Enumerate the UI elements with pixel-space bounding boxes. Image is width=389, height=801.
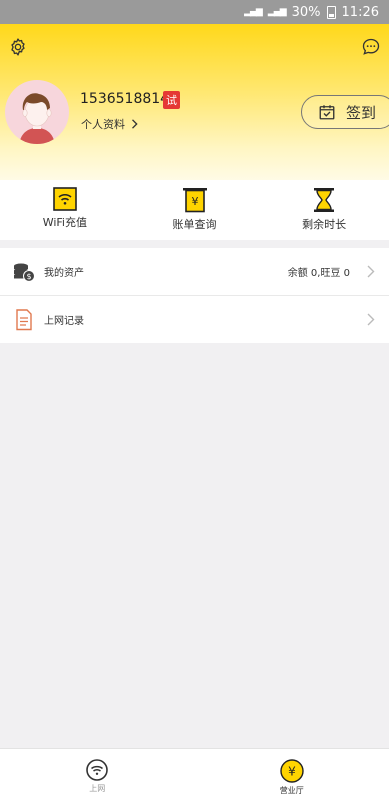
- bottom-tab-bar: 上网 ¥ 营业厅: [0, 748, 389, 801]
- quick-actions: WiFi充值 ¥ 账单查询 剩余时长: [0, 180, 389, 240]
- chevron-right-icon: [367, 313, 375, 326]
- clock: 11:26: [342, 5, 379, 20]
- signal-icon: ▂▄▆: [244, 7, 262, 17]
- wifi-icon: [86, 759, 108, 781]
- record-document-icon: [13, 309, 35, 331]
- chevron-right-icon: [367, 265, 375, 278]
- bill-query-button[interactable]: ¥ 账单查询: [130, 180, 260, 240]
- menu-list: $ 我的资产 余额 0,旺豆 0 上网记录: [0, 248, 389, 343]
- calendar-check-icon: [318, 103, 336, 121]
- checkin-label: 签到: [346, 102, 376, 123]
- signal-icon-2: ▂▄▆: [268, 7, 286, 17]
- wifi-recharge-button[interactable]: WiFi充值: [0, 180, 130, 240]
- settings-gear-icon[interactable]: [7, 36, 29, 58]
- svg-text:$: $: [26, 272, 31, 281]
- svg-text:¥: ¥: [288, 765, 296, 779]
- svg-text:¥: ¥: [191, 195, 198, 208]
- trial-badge: 试: [163, 91, 180, 109]
- battery-percent: 30%: [292, 5, 321, 20]
- tab-internet-label: 上网: [89, 783, 105, 794]
- tab-business-hall-label: 营业厅: [280, 785, 304, 796]
- yen-coin-icon: ¥: [280, 759, 304, 783]
- remaining-time-button[interactable]: 剩余时长: [259, 180, 389, 240]
- profile-header: 15365188143 试 个人资料 签到: [0, 24, 389, 180]
- avatar[interactable]: [5, 80, 69, 144]
- message-icon[interactable]: [360, 36, 382, 58]
- my-assets-row[interactable]: $ 我的资产 余额 0,旺豆 0: [0, 248, 389, 295]
- bill-icon: ¥: [182, 187, 208, 213]
- chevron-right-icon: [131, 119, 139, 129]
- coins-icon: $: [13, 261, 35, 283]
- profile-link-label: 个人资料: [81, 116, 125, 132]
- wifi-recharge-label: WiFi充值: [43, 214, 87, 230]
- balance-value: 余额 0,旺豆 0: [288, 264, 350, 279]
- wifi-recharge-icon: [53, 187, 77, 211]
- my-assets-title: 我的资产: [44, 264, 84, 279]
- internet-records-row[interactable]: 上网记录: [0, 295, 389, 343]
- status-bar: ▂▄▆ ▂▄▆ 30% 11:26: [0, 0, 389, 24]
- tab-internet[interactable]: 上网: [0, 749, 195, 801]
- tab-business-hall[interactable]: ¥ 营业厅: [195, 749, 389, 801]
- profile-link[interactable]: 个人资料: [81, 116, 139, 132]
- checkin-button[interactable]: 签到: [301, 95, 389, 129]
- hourglass-icon: [311, 187, 337, 213]
- remaining-time-label: 剩余时长: [302, 216, 346, 232]
- bill-query-label: 账单查询: [173, 216, 217, 232]
- internet-records-title: 上网记录: [44, 312, 84, 327]
- battery-icon: [327, 6, 336, 19]
